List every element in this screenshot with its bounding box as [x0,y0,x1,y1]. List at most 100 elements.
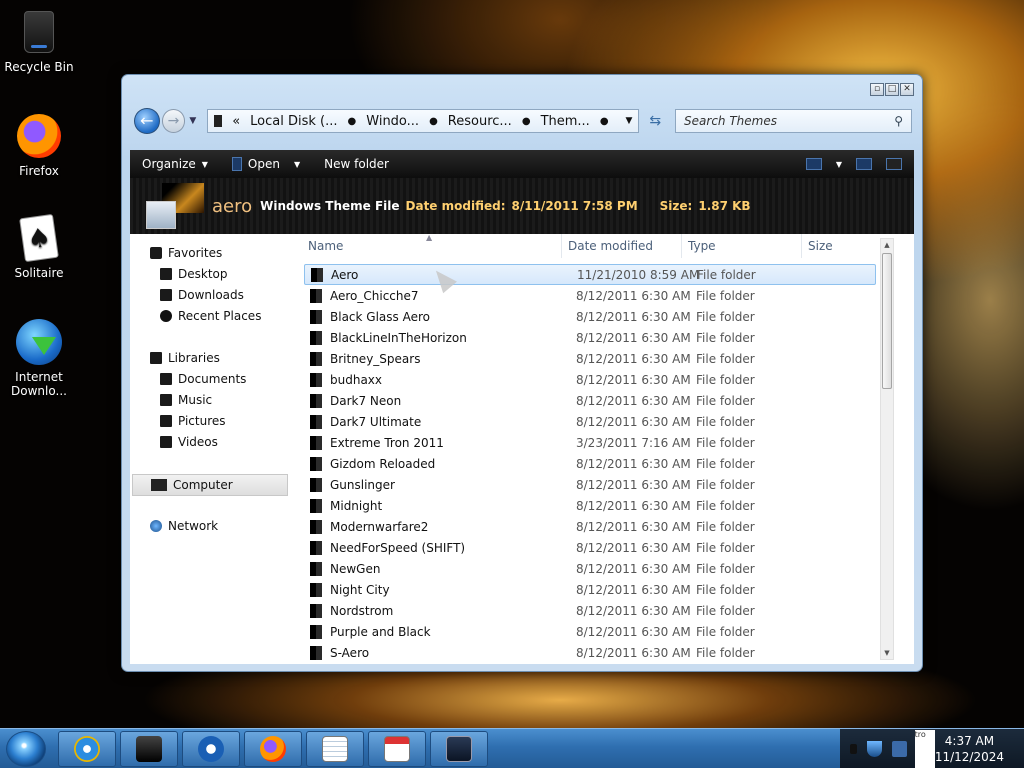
taskbar-display[interactable] [430,731,488,767]
refresh-icon[interactable]: ⇆ [643,113,667,129]
scroll-down-icon[interactable]: ▼ [881,647,893,659]
scroll-up-icon[interactable]: ▲ [881,239,893,251]
new-folder-button[interactable]: New folder [312,157,401,171]
column-header-size[interactable]: Size [802,234,880,258]
nav-downloads[interactable]: Downloads [160,288,244,302]
solitaire-icon: ♠ [15,213,63,263]
table-row[interactable]: Britney_Spears 8/12/2011 6:30 AM File fold… [304,348,876,369]
table-row[interactable]: Dark7 Neon 8/12/2011 6:30 AM File folder [304,390,876,411]
address-dropdown-icon[interactable]: ▼ [625,116,632,126]
taskbar-calendar[interactable] [368,731,426,767]
table-row[interactable]: NeedForSpeed (SHIFT) 8/12/2011 6:30 AM Fil… [304,537,876,558]
nav-pictures[interactable]: Pictures [160,414,226,428]
chevron-down-icon[interactable]: ▼ [836,160,842,169]
desktop-icon-recycle-bin[interactable]: Recycle Bin [4,8,74,74]
table-row[interactable]: Modernwarfare2 8/12/2011 6:30 AM File fold… [304,516,876,537]
forward-button[interactable]: → [161,109,186,133]
folder-icon [310,498,322,513]
breadcrumb-windows[interactable]: Windo... [366,114,419,129]
column-header-type[interactable]: Type [682,234,802,258]
search-icon[interactable]: ⚲ [894,114,903,128]
network-tray-icon[interactable] [892,741,907,757]
minimize-button[interactable]: ▫ [870,83,884,96]
nav-favorites[interactable]: Favorites [150,246,222,260]
taskbar-notepad[interactable] [306,731,364,767]
nav-music[interactable]: Music [160,393,212,407]
column-header-date-modified[interactable]: Date modified [562,234,682,258]
desktop-icon-internet-download-manager[interactable]: Internet Downlo... [4,318,74,398]
breadcrumb-resources[interactable]: Resourc... [448,114,512,129]
network-icon [150,520,162,532]
table-row[interactable]: Nordstrom 8/12/2011 6:30 AM File folder [304,600,876,621]
organize-label: Organize [142,157,196,171]
breadcrumb-themes[interactable]: Them... [541,114,590,129]
taskbar-internet-explorer[interactable] [58,731,116,767]
preview-pane-icon[interactable] [856,158,872,170]
start-button[interactable] [6,731,46,767]
breadcrumb-separator-icon[interactable]: ● [522,116,531,127]
music-icon [160,394,172,406]
file-type: File folder [696,330,755,345]
nav-computer[interactable]: Computer [132,474,288,496]
action-center-icon[interactable] [867,741,882,757]
desktop-icon-solitaire[interactable]: ♠ Solitaire [4,213,74,280]
table-row[interactable]: Gunslinger 8/12/2011 6:30 AM File folder [304,474,876,495]
table-row[interactable]: Night City 8/12/2011 6:30 AM File folder [304,579,876,600]
monitor-icon [446,736,472,762]
file-date-modified: 8/12/2011 6:30 AM [576,309,691,324]
tray-preview-thumbnail[interactable]: tro [914,730,935,768]
breadcrumb-local-disk[interactable]: Local Disk (... [250,114,337,129]
column-header-name[interactable]: Name ▲ [302,233,562,258]
maximize-button[interactable]: □ [885,83,899,96]
file-type: File folder [696,393,755,408]
breadcrumb-separator-icon[interactable]: ● [429,116,438,127]
file-name: NeedForSpeed (SHIFT) [330,540,466,555]
table-row[interactable]: Aero 11/21/2010 8:59 AM File folder [304,264,876,285]
folder-icon [310,456,322,471]
open-button[interactable]: Open ▼ [220,157,312,171]
table-row[interactable]: Extreme Tron 2011 3/23/2011 7:16 AM File f… [304,432,876,453]
nav-recent-places[interactable]: Recent Places [160,309,261,323]
nav-desktop[interactable]: Desktop [160,267,228,281]
table-row[interactable]: Gizdom Reloaded 8/12/2011 6:30 AM File fol… [304,453,876,474]
organize-button[interactable]: Organize ▼ [130,157,220,171]
search-input[interactable]: Search Themes ⚲ [675,109,912,133]
recent-pages-dropdown[interactable]: ▼ [189,116,201,126]
tray-arrow-icon[interactable] [850,744,858,754]
close-button[interactable]: ✕ [900,83,914,96]
vertical-scrollbar[interactable]: ▲ ▼ [880,238,894,660]
system-tray: tro 4:37 AM 11/12/2024 [840,729,1024,768]
sort-up-icon: ▲ [426,233,433,242]
file-date-modified: 8/12/2011 6:30 AM [576,519,691,534]
back-button[interactable]: ← [134,108,160,134]
breadcrumb-separator-icon[interactable]: ● [348,116,357,127]
address-bar[interactable]: « Local Disk (... ● Windo... ● Resourc..… [207,109,640,133]
table-row[interactable]: budhaxx 8/12/2011 6:30 AM File folder [304,369,876,390]
table-row[interactable]: NewGen 8/12/2011 6:30 AM File folder [304,558,876,579]
table-row[interactable]: Midnight 8/12/2011 6:30 AM File folder [304,495,876,516]
breadcrumb-overflow[interactable]: « [232,114,240,129]
help-icon[interactable] [886,158,902,170]
scrollbar-thumb[interactable] [882,253,892,389]
table-row[interactable]: Black Glass Aero 8/12/2011 6:30 AM File fo… [304,306,876,327]
table-row[interactable]: S-Aero 8/12/2011 6:30 AM File folder [304,642,876,663]
table-row[interactable]: Purple and Black 8/12/2011 6:30 AM File fo… [304,621,876,642]
nav-documents[interactable]: Documents [160,372,246,386]
nav-network[interactable]: Network [150,519,218,533]
table-row[interactable]: BlackLineInTheHorizon 8/12/2011 6:30 AM Fi… [304,327,876,348]
date-modified-label: Date modified: [405,199,506,213]
file-date-modified: 8/12/2011 6:30 AM [576,498,691,513]
clock[interactable]: 4:37 AM 11/12/2024 [935,733,1004,765]
nav-videos[interactable]: Videos [160,435,218,449]
table-row[interactable]: Dark7 Ultimate 8/12/2011 6:30 AM File fold… [304,411,876,432]
table-row[interactable]: Aero_Chicche7 8/12/2011 6:30 AM File folde… [304,285,876,306]
taskbar-firefox[interactable] [244,731,302,767]
desktop-icon-firefox[interactable]: Firefox [4,112,74,178]
taskbar-media-player[interactable] [182,731,240,767]
breadcrumb-separator-icon[interactable]: ● [600,116,609,127]
change-view-icon[interactable] [805,158,822,170]
taskbar-explorer[interactable] [120,731,178,767]
file-date-modified: 8/12/2011 6:30 AM [576,582,691,597]
nav-libraries[interactable]: Libraries [150,351,220,365]
file-name: Midnight [330,498,383,513]
